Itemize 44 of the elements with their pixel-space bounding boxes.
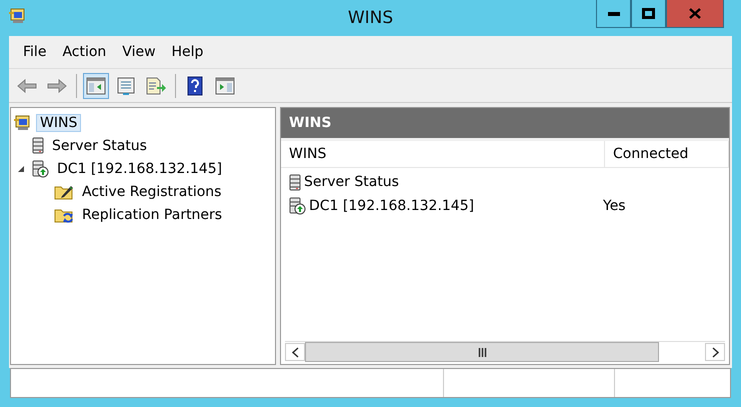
chevron-left-icon: [292, 346, 298, 358]
server-icon: [32, 137, 44, 154]
column-header[interactable]: WINS: [281, 141, 605, 167]
menu-item[interactable]: View: [114, 44, 164, 60]
server-icon: [289, 174, 301, 190]
window-title: WINS: [348, 8, 394, 28]
menu-item[interactable]: Help: [164, 44, 212, 60]
menu-item[interactable]: File: [15, 44, 54, 60]
forward-arrow-icon: [47, 78, 67, 94]
menu-item[interactable]: Action: [54, 44, 114, 60]
console-icon: [13, 114, 31, 130]
maximize-button[interactable]: [631, 0, 666, 28]
tree-item[interactable]: Replication Partners: [79, 206, 226, 222]
horizontal-scrollbar[interactable]: [285, 341, 725, 362]
scroll-right-button[interactable]: [705, 343, 725, 361]
action-pane-icon: [215, 76, 235, 94]
scrollbar-thumb[interactable]: [305, 342, 659, 362]
server-icon: [289, 197, 306, 215]
tree-item[interactable]: WINS: [36, 114, 82, 132]
back-arrow-icon: [17, 78, 37, 94]
close-icon: [689, 8, 701, 19]
properties-icon: [117, 76, 135, 94]
scroll-left-button[interactable]: [285, 343, 305, 361]
minimize-button[interactable]: [596, 0, 631, 28]
grip-icon: [478, 348, 486, 356]
app-icon: [8, 8, 26, 24]
console-tree-icon: [86, 76, 106, 94]
minimize-icon: [608, 12, 620, 16]
tree-item[interactable]: Server Status: [49, 138, 150, 154]
tree-item[interactable]: DC1 [192.168.132.145]: [54, 160, 226, 176]
expanded-arrow-icon[interactable]: [17, 164, 25, 172]
table-cell-text: Yes: [602, 198, 626, 214]
chevron-right-icon: [712, 346, 718, 358]
close-button[interactable]: [666, 0, 724, 28]
pane-header: WINS: [281, 108, 729, 141]
folder-icon: [54, 183, 74, 200]
export-list-icon: [145, 76, 167, 94]
list-item[interactable]: DC1 [192.168.132.145]: [309, 198, 474, 214]
server-icon: [32, 160, 49, 178]
tree-item[interactable]: Active Registrations: [79, 184, 224, 200]
help-icon: [187, 76, 203, 96]
column-header[interactable]: Connected: [605, 141, 729, 167]
list-item[interactable]: Server Status: [304, 174, 399, 190]
maximize-icon: [642, 8, 655, 19]
